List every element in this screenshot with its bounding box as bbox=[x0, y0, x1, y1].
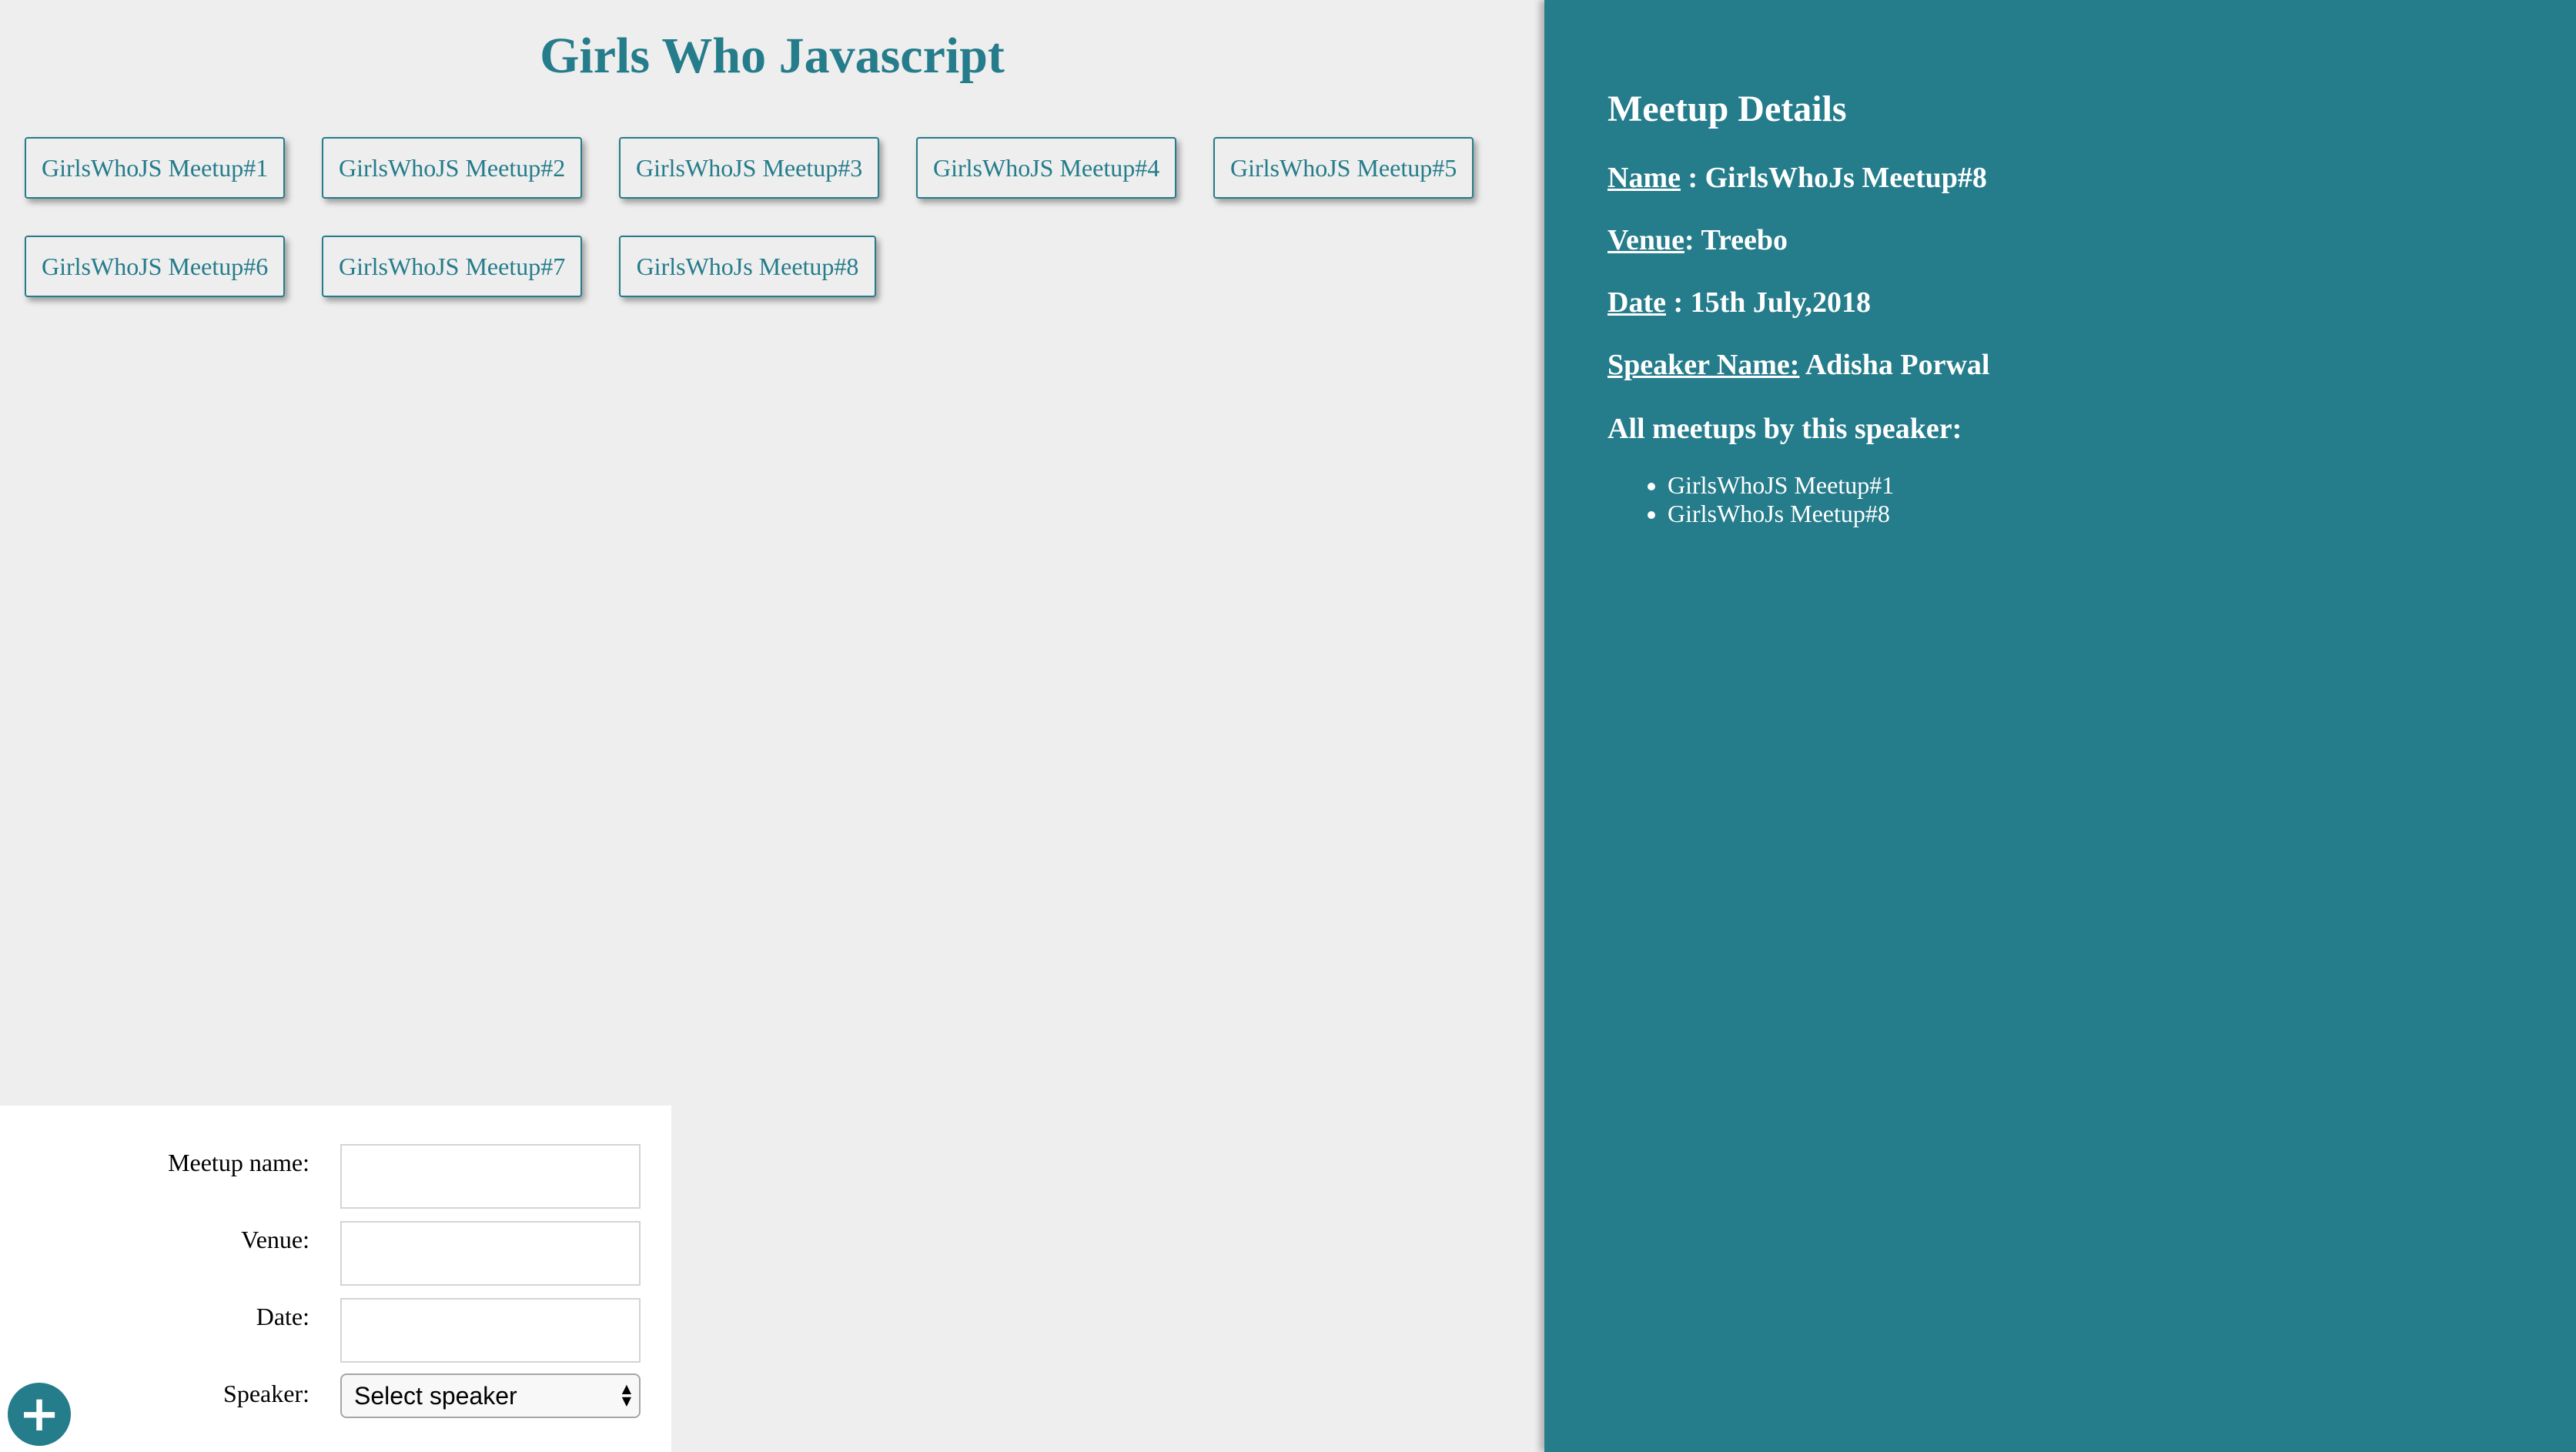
meetup-name-label: Meetup name: bbox=[168, 1149, 309, 1176]
list-item: GirlsWhoJs Meetup#8 bbox=[1668, 500, 1894, 528]
meetups-area: Girls Who Javascript GirlsWhoJS Meetup#1… bbox=[0, 0, 1544, 1452]
speaker-meetups-list: GirlsWhoJS Meetup#1 GirlsWhoJs Meetup#8 bbox=[1607, 471, 1894, 528]
app-title: Girls Who Javascript bbox=[540, 28, 1005, 84]
detail-venue-sep: : bbox=[1684, 224, 1701, 256]
add-meetup-form: Meetup name: Venue: Date: Speaker: Selec… bbox=[0, 1106, 671, 1452]
meetup-button-4[interactable]: GirlsWhoJS Meetup#4 bbox=[916, 137, 1176, 199]
detail-name: Name : GirlsWhoJs Meetup#8 bbox=[1607, 159, 1987, 197]
detail-venue-value: Treebo bbox=[1701, 224, 1788, 256]
meetup-button-2[interactable]: GirlsWhoJS Meetup#2 bbox=[322, 137, 582, 199]
detail-venue: Venue: Treebo bbox=[1607, 221, 1788, 259]
detail-name-value: GirlsWhoJs Meetup#8 bbox=[1705, 162, 1987, 194]
date-label: Date: bbox=[256, 1303, 309, 1330]
detail-date-value: 15th July,2018 bbox=[1690, 286, 1872, 319]
meetup-button-1[interactable]: GirlsWhoJS Meetup#1 bbox=[25, 137, 285, 199]
detail-date-sep: : bbox=[1665, 286, 1691, 319]
detail-speaker-value: Adisha Porwal bbox=[1805, 349, 1990, 381]
meetup-button-5[interactable]: GirlsWhoJS Meetup#5 bbox=[1213, 137, 1474, 199]
date-input[interactable] bbox=[340, 1298, 641, 1363]
speaker-select[interactable]: Select speaker ▲ ▼ bbox=[340, 1373, 641, 1418]
list-item: GirlsWhoJS Meetup#1 bbox=[1668, 471, 1894, 500]
speaker-label: Speaker: bbox=[223, 1380, 309, 1407]
date-row: Date: bbox=[0, 1298, 671, 1363]
select-arrows-icon: ▲ ▼ bbox=[621, 1381, 631, 1408]
detail-date-key: Date bbox=[1607, 286, 1666, 319]
meetup-button-8[interactable]: GirlsWhoJs Meetup#8 bbox=[619, 236, 876, 297]
add-meetup-button[interactable]: + bbox=[8, 1383, 71, 1446]
detail-speaker-sep bbox=[1799, 349, 1805, 381]
detail-speaker: Speaker Name: Adisha Porwal bbox=[1607, 346, 1989, 384]
detail-name-sep: : bbox=[1680, 162, 1705, 194]
all-meetups-label: All meetups by this speaker: bbox=[1607, 413, 1962, 445]
venue-label: Venue: bbox=[241, 1226, 309, 1253]
details-heading: Meetup Details bbox=[1607, 89, 1847, 129]
meetup-name-input[interactable] bbox=[340, 1144, 641, 1209]
detail-name-key: Name bbox=[1607, 162, 1681, 194]
detail-speaker-key: Speaker Name: bbox=[1607, 349, 1800, 381]
detail-venue-key: Venue bbox=[1607, 224, 1684, 256]
venue-row: Venue: bbox=[0, 1221, 671, 1286]
venue-input[interactable] bbox=[340, 1221, 641, 1286]
meetup-details-panel: Meetup Details Name : GirlsWhoJs Meetup#… bbox=[1544, 0, 2576, 1452]
page: Girls Who Javascript GirlsWhoJS Meetup#1… bbox=[0, 0, 2576, 1452]
detail-date: Date : 15th July,2018 bbox=[1607, 283, 1871, 322]
speaker-row: Speaker: Select speaker ▲ ▼ bbox=[0, 1373, 671, 1438]
meetup-button-3[interactable]: GirlsWhoJS Meetup#3 bbox=[619, 137, 879, 199]
meetup-name-row: Meetup name: bbox=[0, 1144, 671, 1209]
speaker-select-value: Select speaker bbox=[354, 1382, 517, 1410]
plus-icon: + bbox=[18, 1386, 60, 1443]
meetup-button-6[interactable]: GirlsWhoJS Meetup#6 bbox=[25, 236, 285, 297]
meetup-button-7[interactable]: GirlsWhoJS Meetup#7 bbox=[322, 236, 582, 297]
